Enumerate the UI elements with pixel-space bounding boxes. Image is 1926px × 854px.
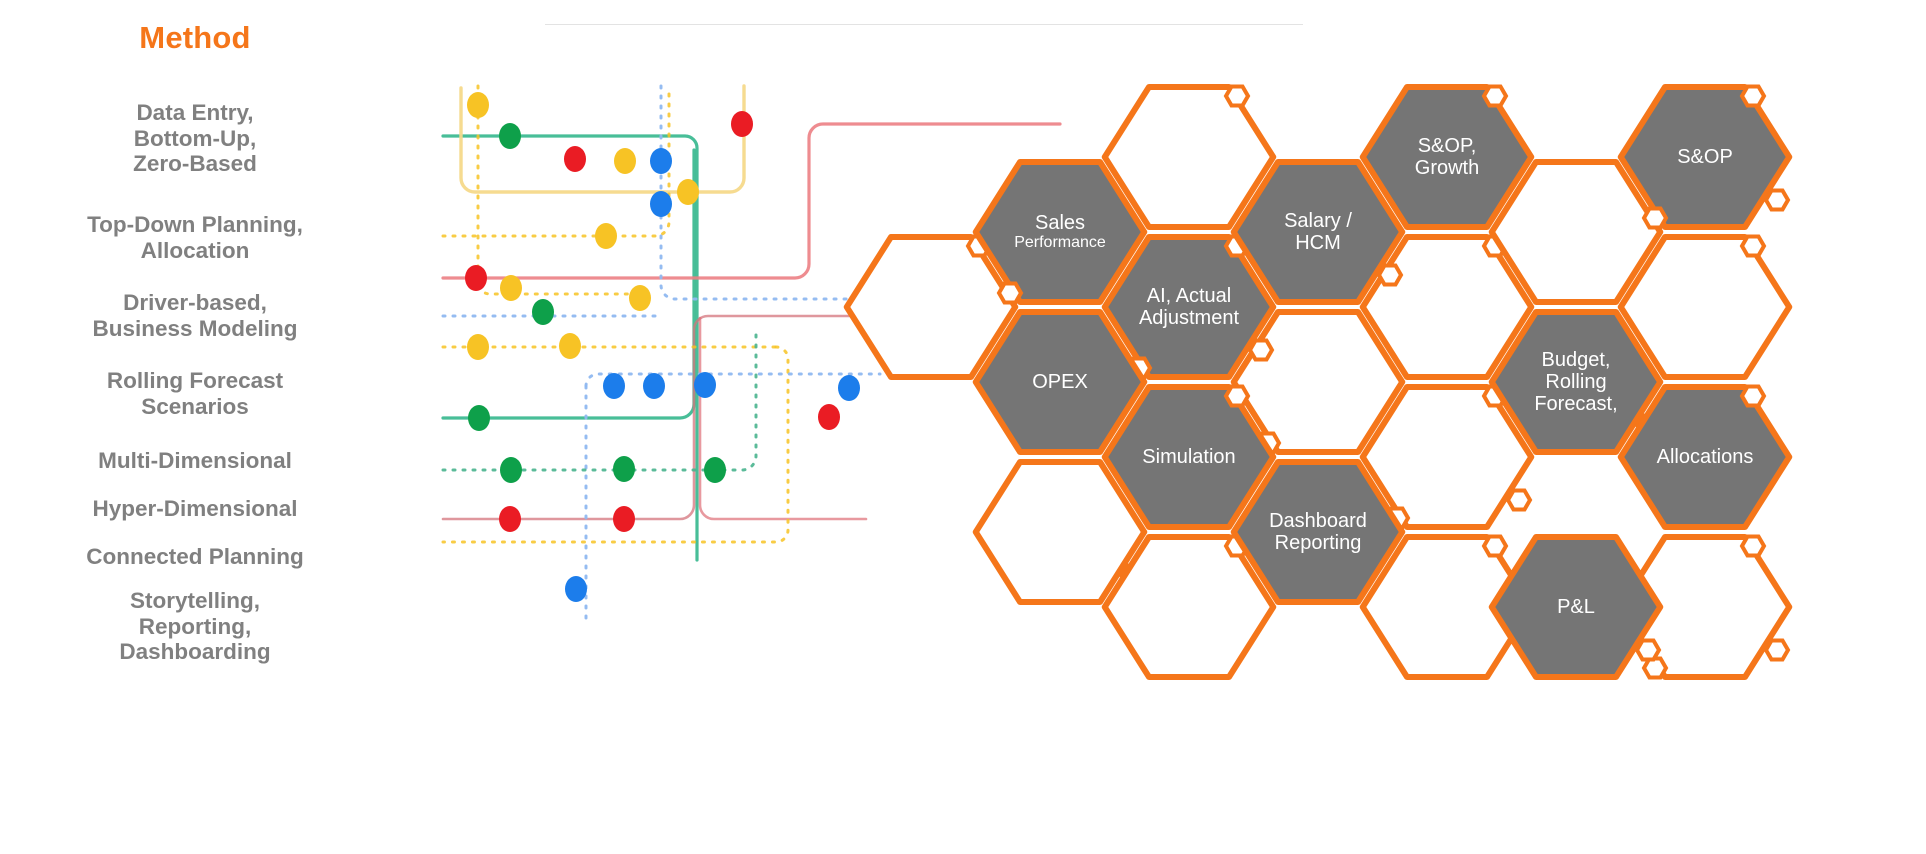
hex-outline bbox=[1488, 534, 1664, 680]
hex-connector-nub bbox=[1763, 638, 1791, 662]
hex-connector-nub bbox=[1739, 234, 1767, 258]
hex-outline bbox=[1617, 84, 1793, 230]
hex-connector-nub bbox=[1223, 384, 1251, 408]
hex-cell-sop[interactable]: S&OP bbox=[1617, 82, 1793, 232]
hex-outline bbox=[1230, 459, 1406, 605]
hex-connector-nub bbox=[1223, 84, 1251, 108]
hex-cell-dashboard-reporting[interactable]: Dashboard Reporting bbox=[1230, 457, 1406, 607]
hex-connector-nub bbox=[1739, 384, 1767, 408]
hex-connector-nub bbox=[996, 281, 1024, 305]
hex-outline bbox=[1617, 384, 1793, 530]
hex-connector-nub bbox=[1641, 206, 1669, 230]
hex-cell-allocations[interactable]: Allocations bbox=[1617, 382, 1793, 532]
honeycomb-grid: Sales Performance AI, Actual Adjustment Sala… bbox=[0, 0, 1926, 854]
hex-connector-nub bbox=[1481, 84, 1509, 108]
hex-connector-nub bbox=[1505, 488, 1533, 512]
hex-connector-nub bbox=[1247, 338, 1275, 362]
hex-connector-nub bbox=[1634, 638, 1662, 662]
hex-connector-nub bbox=[1763, 188, 1791, 212]
hex-connector-nub bbox=[1376, 263, 1404, 287]
hex-connector-nub bbox=[1739, 84, 1767, 108]
hex-cell-pl[interactable]: P&L bbox=[1488, 532, 1664, 682]
hex-cell-sop-growth[interactable]: S&OP, Growth bbox=[1359, 82, 1535, 232]
hex-connector-nub bbox=[1739, 534, 1767, 558]
slide-canvas: Method Data Entry, Bottom-Up, Zero-Based T… bbox=[0, 0, 1926, 854]
hex-outline bbox=[1359, 84, 1535, 230]
